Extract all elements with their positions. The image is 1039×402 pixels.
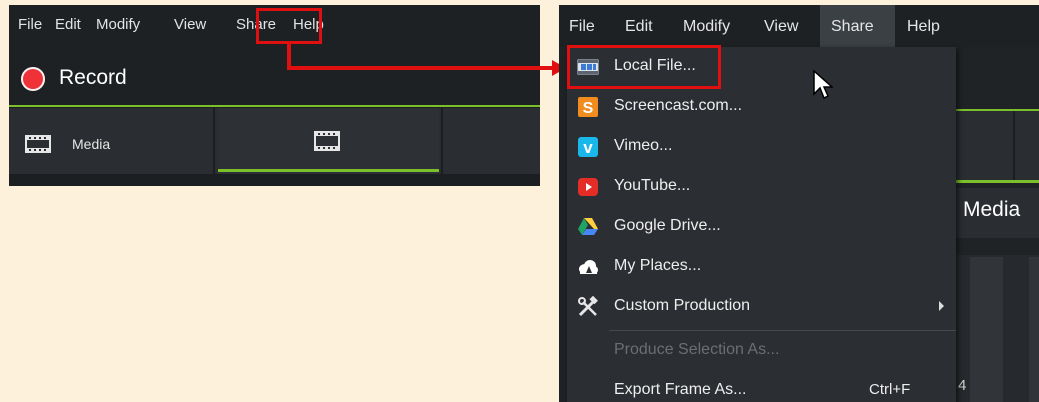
- menu-item-export-frame[interactable]: Export Frame As... Ctrl+F: [567, 371, 956, 402]
- menu-file[interactable]: File: [569, 18, 595, 36]
- menu-item-label: YouTube...: [614, 177, 691, 194]
- active-tab-underline: [956, 180, 1039, 183]
- menu-item-produce-selection: Produce Selection As...: [567, 331, 956, 371]
- menu-help[interactable]: Help: [907, 18, 940, 36]
- panel-bottom: [9, 174, 540, 186]
- media-column: [970, 257, 1003, 402]
- menu-item-label: Produce Selection As...: [614, 341, 780, 358]
- record-label: Record: [59, 66, 127, 89]
- menu-file[interactable]: File: [18, 16, 42, 33]
- annotation-arrow-line: [287, 66, 555, 70]
- background-number: 4: [958, 377, 967, 394]
- share-menu-dropdown: Local File... S Screencast.com... v Vime…: [567, 47, 956, 402]
- film-strip-icon: [314, 131, 340, 156]
- tab-media-label: Media: [72, 136, 111, 152]
- media-title: Media: [963, 198, 1021, 221]
- menu-item-my-places[interactable]: My Places...: [567, 247, 956, 287]
- menu-modify[interactable]: Modify: [683, 18, 730, 36]
- svg-text:S: S: [583, 100, 594, 117]
- youtube-icon: [577, 176, 599, 198]
- tab-media[interactable]: Media: [9, 108, 215, 174]
- menu-item-label: Google Drive...: [614, 217, 721, 234]
- my-places-icon: [577, 256, 599, 278]
- menu-item-custom-production[interactable]: Custom Production: [567, 287, 956, 327]
- screencast-icon: S: [577, 96, 599, 118]
- active-tab-underline: [218, 169, 439, 172]
- divider: [9, 105, 540, 107]
- menu-view[interactable]: View: [764, 18, 798, 36]
- mouse-cursor-icon: [813, 69, 834, 105]
- tab-separator: [1013, 111, 1015, 183]
- menu-bar: File Edit Modify View Share Help: [559, 5, 1039, 47]
- background-tab: [956, 111, 1039, 183]
- menu-item-google-drive[interactable]: Google Drive...: [567, 207, 956, 247]
- menu-edit[interactable]: Edit: [55, 16, 81, 33]
- menu-item-label: Vimeo...: [614, 137, 673, 154]
- tab-library[interactable]: [218, 108, 439, 174]
- menu-view[interactable]: View: [174, 16, 206, 33]
- menu-item-label: My Places...: [614, 257, 702, 274]
- menu-item-vimeo[interactable]: v Vimeo...: [567, 127, 956, 167]
- share-highlight-box: [256, 8, 322, 44]
- custom-production-icon: [577, 295, 599, 318]
- local-file-highlight-box: [567, 45, 721, 89]
- vimeo-icon: v: [577, 136, 599, 158]
- menu-item-label: Screencast.com...: [614, 97, 743, 114]
- menu-item-label: Custom Production: [614, 297, 751, 314]
- google-drive-icon: [577, 216, 599, 238]
- record-icon: [21, 67, 45, 91]
- submenu-arrow-icon: [939, 301, 944, 311]
- menu-modify[interactable]: Modify: [96, 16, 140, 33]
- menu-item-shortcut: Ctrl+F: [869, 381, 911, 398]
- film-strip-icon: [25, 135, 51, 158]
- menu-item-youtube[interactable]: YouTube...: [567, 167, 956, 207]
- svg-text:v: v: [583, 138, 593, 157]
- media-column: [1029, 257, 1039, 402]
- menu-item-label: Export Frame As...: [614, 381, 747, 398]
- tab-extra[interactable]: [441, 108, 540, 174]
- menu-edit[interactable]: Edit: [625, 18, 653, 36]
- menu-item-screencast[interactable]: S Screencast.com...: [567, 87, 956, 127]
- tab-bar: Media: [9, 108, 540, 174]
- menu-share[interactable]: Share: [831, 18, 874, 36]
